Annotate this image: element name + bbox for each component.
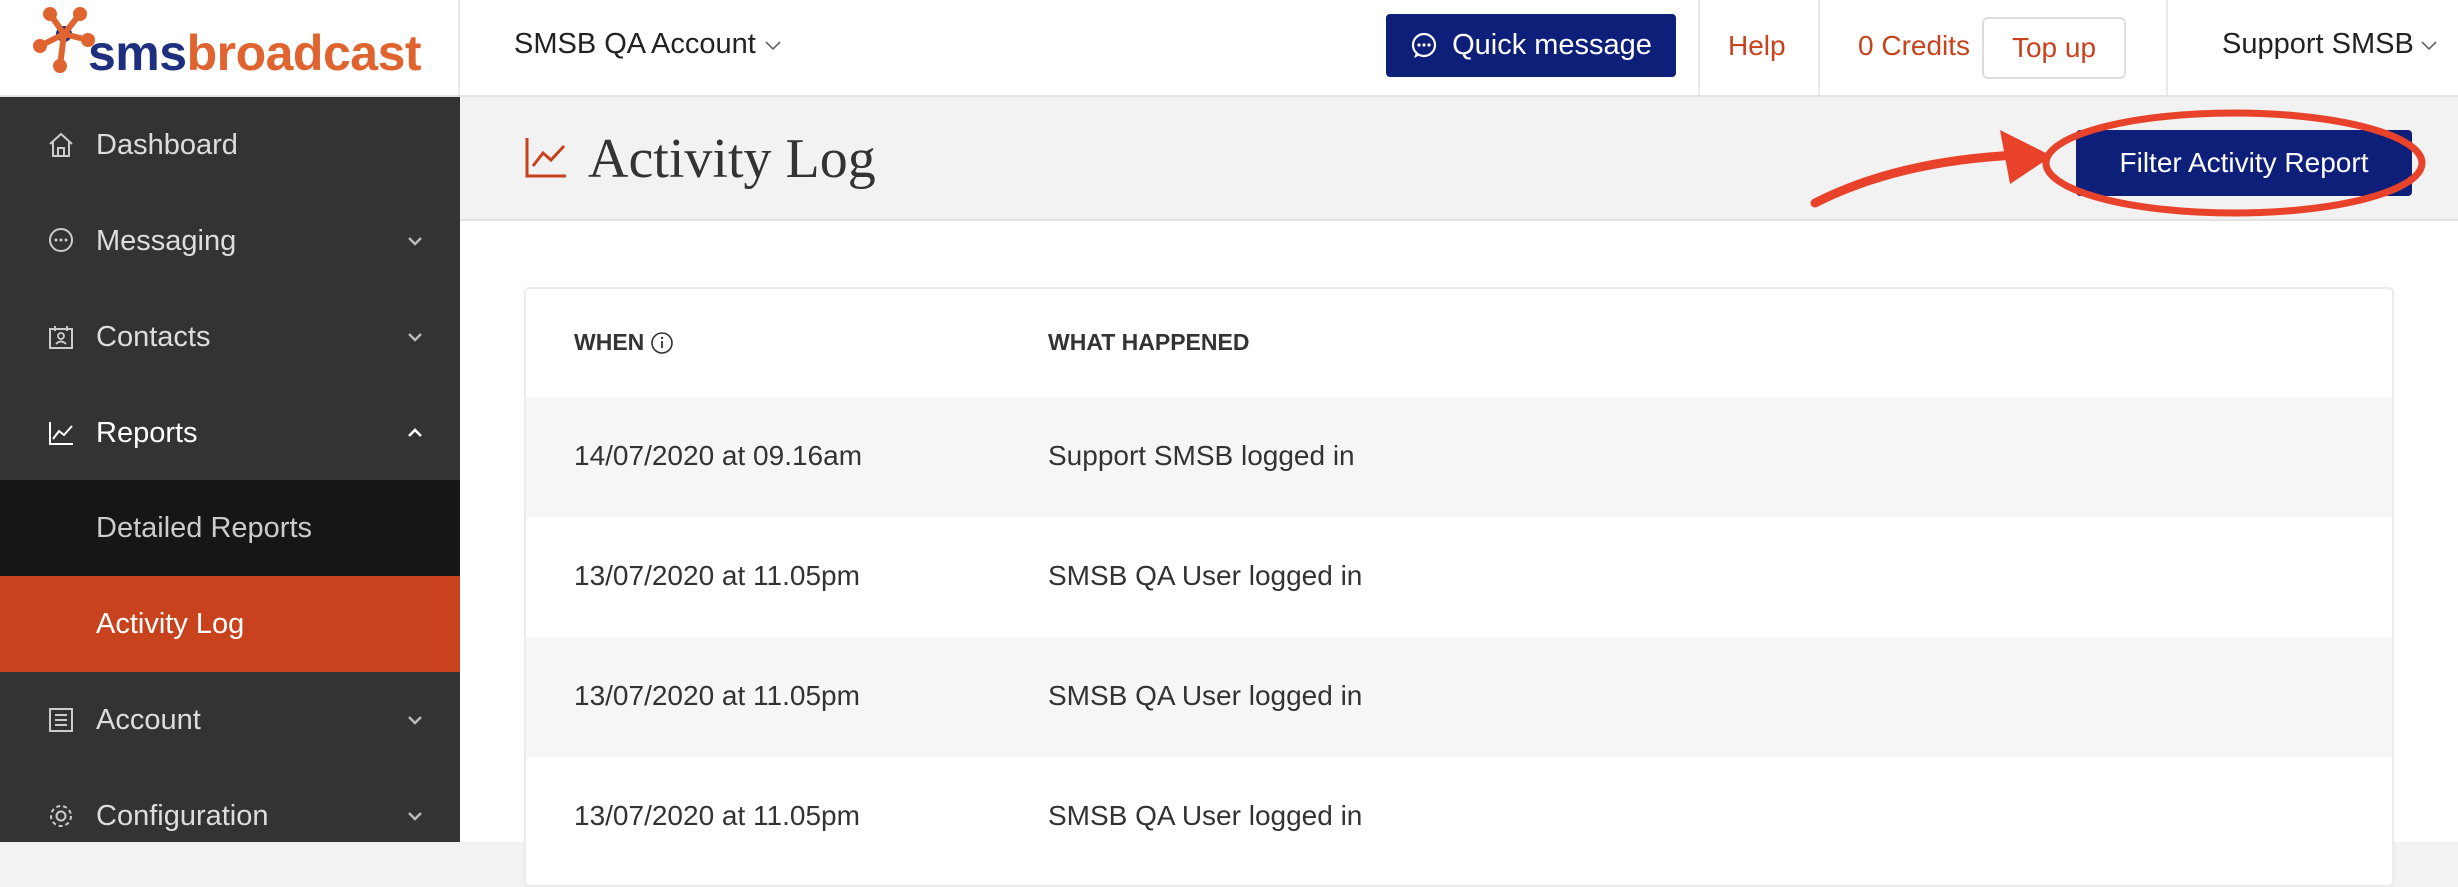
cell-what: SMSB QA User logged in [1048, 680, 1363, 711]
table-row: 13/07/2020 at 11.05pm SMSB QA User logge… [526, 637, 2392, 757]
sidebar-item-label: Account [96, 703, 201, 736]
home-icon [49, 132, 73, 157]
chevron-down-icon [408, 237, 422, 246]
list-icon [49, 708, 73, 732]
table-row: 13/07/2020 at 11.05pm SMSB QA User logge… [526, 757, 2392, 877]
column-header-when[interactable]: WHEN [574, 329, 674, 356]
logo[interactable]: smsbroadcast [0, 0, 460, 95]
main-content: WHEN WHAT HAPPENED 14/07/2020 at 09.16am… [460, 221, 2458, 887]
cell-when: 13/07/2020 at 11.05pm [574, 800, 860, 831]
header-divider [1818, 0, 1820, 95]
chart-icon [49, 422, 73, 445]
sidebar-item-dashboard[interactable]: Dashboard [0, 97, 460, 193]
account-switcher[interactable]: SMSB QA Account [514, 28, 782, 61]
quick-message-label: Quick message [1452, 29, 1652, 61]
chevron-down-icon [408, 716, 422, 725]
gear-icon [50, 805, 72, 827]
chevron-down-icon [408, 812, 422, 821]
cell-when: 13/07/2020 at 11.05pm [574, 560, 860, 591]
sidebar-item-activity-log[interactable]: Activity Log [0, 576, 460, 672]
cell-what: SMSB QA User logged in [1048, 560, 1363, 591]
table-row: 13/07/2020 at 11.05pm SMSB QA User logge… [526, 517, 2392, 637]
sidebar-subitem-label: Activity Log [96, 607, 245, 640]
sidebar-item-detailed-reports[interactable]: Detailed Reports [0, 480, 460, 576]
sidebar-item-label: Configuration [96, 799, 269, 832]
credits-balance: 0 Credits [1858, 30, 1971, 61]
header-divider [2166, 0, 2168, 95]
cell-what: SMSB QA User logged in [1048, 800, 1363, 831]
chevron-down-icon [408, 333, 422, 342]
sidebar-subitem-label: Detailed Reports [96, 511, 312, 544]
cell-when: 14/07/2020 at 09.16am [574, 440, 863, 471]
chevron-down-icon [765, 40, 781, 50]
sidebar: Dashboard Messaging Contacts Reports Det… [0, 97, 460, 842]
reports-submenu: Detailed Reports Activity Log [0, 480, 460, 672]
quick-message-button[interactable]: Quick message [1386, 14, 1676, 77]
sidebar-item-account[interactable]: Account [0, 672, 460, 768]
sidebar-item-contacts[interactable]: Contacts [0, 289, 460, 385]
activity-table: WHEN WHAT HAPPENED 14/07/2020 at 09.16am… [524, 287, 2394, 887]
column-header-what-happened: WHAT HAPPENED [1048, 329, 1250, 355]
page-header: Activity Log Filter Activity Report [460, 97, 2458, 221]
table-row: 14/07/2020 at 09.16am Support SMSB logge… [526, 397, 2392, 517]
sidebar-item-reports[interactable]: Reports [0, 385, 460, 481]
chat-icon [49, 228, 73, 252]
contacts-icon [49, 326, 73, 349]
info-icon[interactable] [650, 331, 674, 355]
sidebar-item-label: Dashboard [96, 128, 238, 161]
sidebar-item-label: Messaging [96, 224, 237, 257]
sidebar-item-messaging[interactable]: Messaging [0, 193, 460, 289]
sidebar-item-label: Contacts [96, 320, 211, 353]
user-name: Support SMSB [2222, 28, 2414, 60]
help-link[interactable]: Help [1728, 30, 1786, 62]
chevron-up-icon [408, 428, 422, 437]
header-divider [1698, 0, 1700, 95]
filter-activity-report-button[interactable]: Filter Activity Report [2076, 130, 2412, 196]
cell-when: 13/07/2020 at 11.05pm [574, 680, 860, 711]
user-menu[interactable]: Support SMSB [2222, 28, 2438, 61]
sidebar-item-label: Reports [96, 416, 198, 449]
top-header: smsbroadcast SMSB QA Account Quick messa… [0, 0, 2458, 97]
logo-wordmark: smsbroadcast [88, 25, 422, 81]
table-header: WHEN WHAT HAPPENED [526, 289, 2392, 397]
cell-what: Support SMSB logged in [1048, 440, 1355, 471]
chat-bubble-icon [1411, 32, 1437, 58]
sidebar-item-configuration[interactable]: Configuration [0, 768, 460, 864]
account-name: SMSB QA Account [514, 28, 756, 60]
page-title: Activity Log [588, 128, 876, 190]
top-up-button[interactable]: Top up [1982, 17, 2126, 79]
chart-icon [525, 138, 566, 178]
chevron-down-icon [2421, 40, 2437, 50]
